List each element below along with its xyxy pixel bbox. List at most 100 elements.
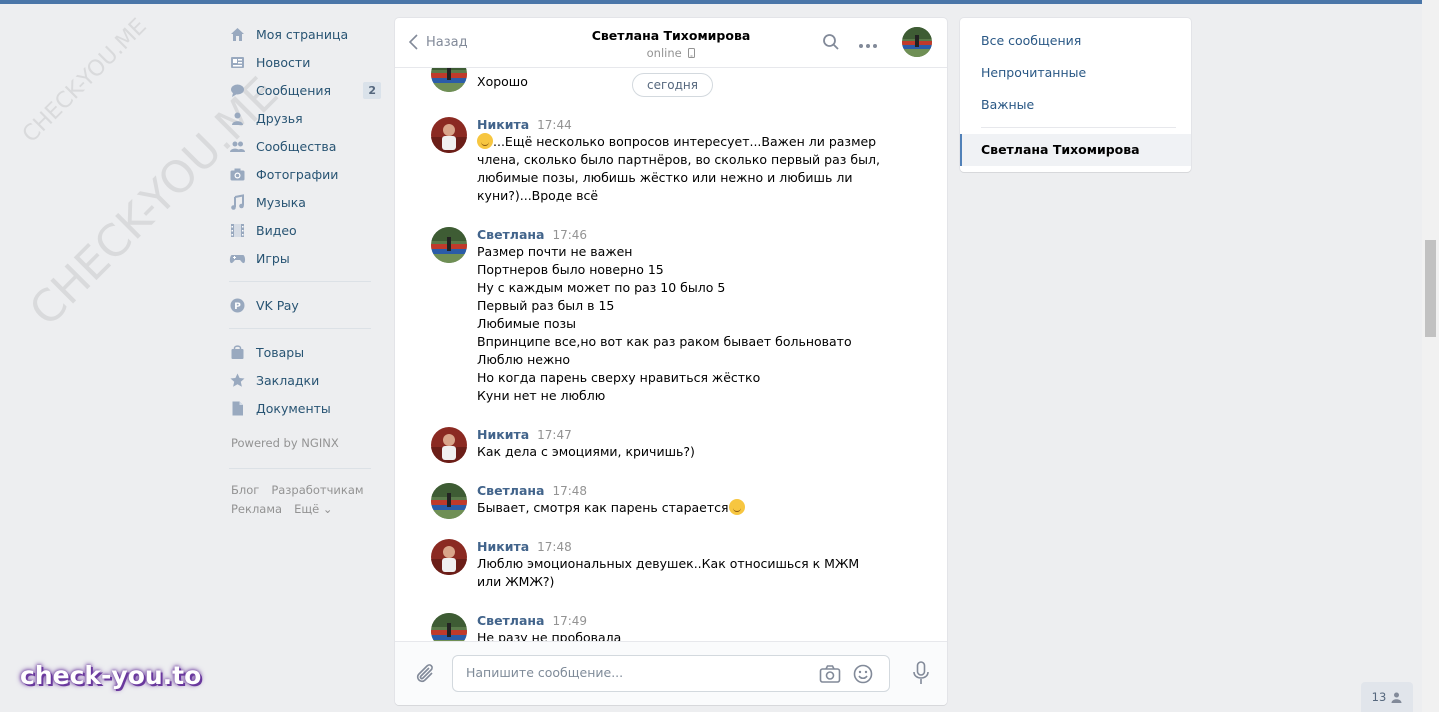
nav-music[interactable]: Музыка bbox=[229, 188, 381, 216]
message-author[interactable]: Никита bbox=[477, 117, 529, 132]
nav-photos[interactable]: Фотографии bbox=[229, 160, 381, 188]
chat-panel: Назад Светлана Тихомирова online Хорошо … bbox=[395, 18, 947, 705]
message-line-text: Размер почти не важен bbox=[477, 244, 633, 259]
nav-label: Товары bbox=[256, 344, 305, 360]
filter-divider bbox=[981, 127, 1176, 128]
message-line-text: Портнеров было новерно 15 bbox=[477, 262, 664, 277]
message-line-text: куни?)...Вроде всё bbox=[477, 188, 599, 203]
camera-icon[interactable] bbox=[819, 664, 841, 688]
news-icon bbox=[229, 54, 246, 71]
filter-important[interactable]: Важные bbox=[981, 97, 1034, 112]
nav-label: Игры bbox=[256, 250, 290, 266]
message-line: члена, сколько было партнёров, во скольк… bbox=[477, 151, 891, 169]
nav-news[interactable]: Новости bbox=[229, 48, 381, 76]
message-line: любимые позы, любишь жёстко или нежно и … bbox=[477, 169, 891, 187]
message-line-text: Любимые позы bbox=[477, 316, 577, 331]
message-time[interactable]: 17:49 bbox=[552, 614, 587, 628]
bag-icon bbox=[229, 344, 246, 361]
composer bbox=[395, 641, 947, 705]
peer-avatar[interactable] bbox=[902, 27, 932, 57]
nav-video[interactable]: Видео bbox=[229, 216, 381, 244]
message-author[interactable]: Светлана bbox=[477, 613, 544, 628]
nav-games[interactable]: Игры bbox=[229, 244, 381, 272]
message-line: Портнеров было новерно 15 bbox=[477, 261, 891, 279]
nav-groups[interactable]: Сообщества bbox=[229, 132, 381, 160]
nav-goods[interactable]: Товары bbox=[229, 338, 381, 366]
message: Никита 17:48 Люблю эмоциональных девушек..… bbox=[431, 539, 891, 591]
avatar-nikita[interactable] bbox=[431, 539, 467, 575]
message-author[interactable]: Никита bbox=[477, 539, 529, 554]
message-time[interactable]: 17:47 bbox=[537, 428, 572, 442]
more-icon[interactable] bbox=[858, 38, 878, 53]
nav-label: Друзья bbox=[256, 110, 303, 126]
footer-blog-link[interactable]: Блог bbox=[231, 483, 259, 497]
message-author[interactable]: Светлана bbox=[477, 227, 544, 242]
avatar-svetlana[interactable] bbox=[431, 483, 467, 519]
page-scrollbar-thumb[interactable] bbox=[1425, 240, 1436, 337]
watermark-small: CHECK-YOU.ME bbox=[18, 13, 152, 148]
online-count: 13 bbox=[1371, 690, 1387, 704]
user-icon bbox=[1391, 692, 1402, 703]
message-time[interactable]: 17:44 bbox=[537, 118, 572, 132]
avatar-svetlana[interactable] bbox=[431, 227, 467, 263]
vkpay-icon: P bbox=[229, 297, 246, 314]
message-line: куни?)...Вроде всё bbox=[477, 187, 891, 205]
nav-my-page[interactable]: Моя страница bbox=[229, 20, 381, 48]
avatar-nikita[interactable] bbox=[431, 427, 467, 463]
message: Никита 17:44 ...Ещё несколько вопросов инт… bbox=[431, 117, 891, 205]
message-time[interactable]: 17:46 bbox=[552, 228, 587, 242]
nav-vkpay[interactable]: P VK Pay bbox=[229, 291, 381, 319]
active-dialog-name: Светлана Тихомирова bbox=[981, 142, 1140, 157]
nav-messages[interactable]: Сообщения 2 bbox=[229, 76, 381, 104]
nav-label: Фотографии bbox=[256, 166, 339, 182]
svg-text:P: P bbox=[234, 302, 241, 312]
message-time[interactable]: 17:48 bbox=[552, 484, 587, 498]
nav-label: Новости bbox=[256, 54, 311, 70]
nav-label: Музыка bbox=[256, 194, 306, 210]
paperclip-icon[interactable] bbox=[415, 662, 435, 688]
message-line-text: Не разу не пробовала bbox=[477, 630, 622, 641]
gamepad-icon bbox=[229, 250, 246, 267]
message-text: Не разу не пробовала bbox=[477, 629, 891, 641]
nav-documents[interactable]: Документы bbox=[229, 394, 381, 422]
microphone-icon[interactable] bbox=[912, 661, 930, 689]
friends-icon bbox=[229, 110, 246, 127]
nav-bookmarks[interactable]: Закладки bbox=[229, 366, 381, 394]
message-line-text: Первый раз был в 15 bbox=[477, 298, 615, 313]
message-text: Размер почти не важен Портнеров было нове… bbox=[477, 243, 891, 405]
message-author[interactable]: Светлана bbox=[477, 483, 544, 498]
nav-friends[interactable]: Друзья bbox=[229, 104, 381, 132]
online-friends-widget[interactable]: 13 bbox=[1361, 682, 1413, 712]
message-history: Хорошо Никита 17:44 ...Ещё несколько вопро… bbox=[395, 68, 947, 641]
message-line-text: любимые позы, любишь жёстко или нежно и … bbox=[477, 170, 853, 185]
message-line: Ну с каждым может по раз 10 было 5 bbox=[477, 279, 891, 297]
filter-unread[interactable]: Непрочитанные bbox=[981, 65, 1086, 80]
avatar-svetlana[interactable] bbox=[431, 68, 467, 92]
message-line: Любимые позы bbox=[477, 315, 891, 333]
active-dialog-item[interactable]: Светлана Тихомирова bbox=[960, 134, 1191, 166]
footer-more-link[interactable]: Ещё ⌄ bbox=[294, 502, 332, 516]
message-line-text: Куни нет не люблю bbox=[477, 388, 606, 403]
nav-label: Моя страница bbox=[256, 26, 349, 42]
message-time[interactable]: 17:48 bbox=[537, 540, 572, 554]
message-line: Люблю нежно bbox=[477, 351, 891, 369]
message-input[interactable] bbox=[466, 665, 806, 680]
page-scrollbar-track[interactable] bbox=[1422, 0, 1439, 712]
search-icon[interactable] bbox=[822, 33, 840, 55]
filter-all-messages[interactable]: Все сообщения bbox=[981, 33, 1081, 48]
message: Никита 17:47 Как дела с эмоциями, кричишь?… bbox=[431, 427, 891, 463]
avatar-nikita[interactable] bbox=[431, 117, 467, 153]
footer-ads-link[interactable]: Реклама bbox=[231, 502, 282, 516]
nav-divider bbox=[229, 281, 371, 282]
groups-icon bbox=[229, 138, 246, 155]
message-line-text: Ну с каждым может по раз 10 было 5 bbox=[477, 280, 726, 295]
smile-icon[interactable] bbox=[853, 664, 873, 688]
nav-label: Видео bbox=[256, 222, 297, 238]
message-author[interactable]: Никита bbox=[477, 427, 529, 442]
footer-dev-link[interactable]: Разработчикам bbox=[271, 483, 363, 497]
top-bar bbox=[0, 0, 1422, 4]
avatar-svetlana[interactable] bbox=[431, 613, 467, 641]
message: Светлана 17:46 Размер почти не важен Портне… bbox=[431, 227, 891, 405]
message-line: Впринципе все,но вот как раз раком бывае… bbox=[477, 333, 891, 351]
message-header: Никита 17:48 bbox=[477, 539, 891, 554]
